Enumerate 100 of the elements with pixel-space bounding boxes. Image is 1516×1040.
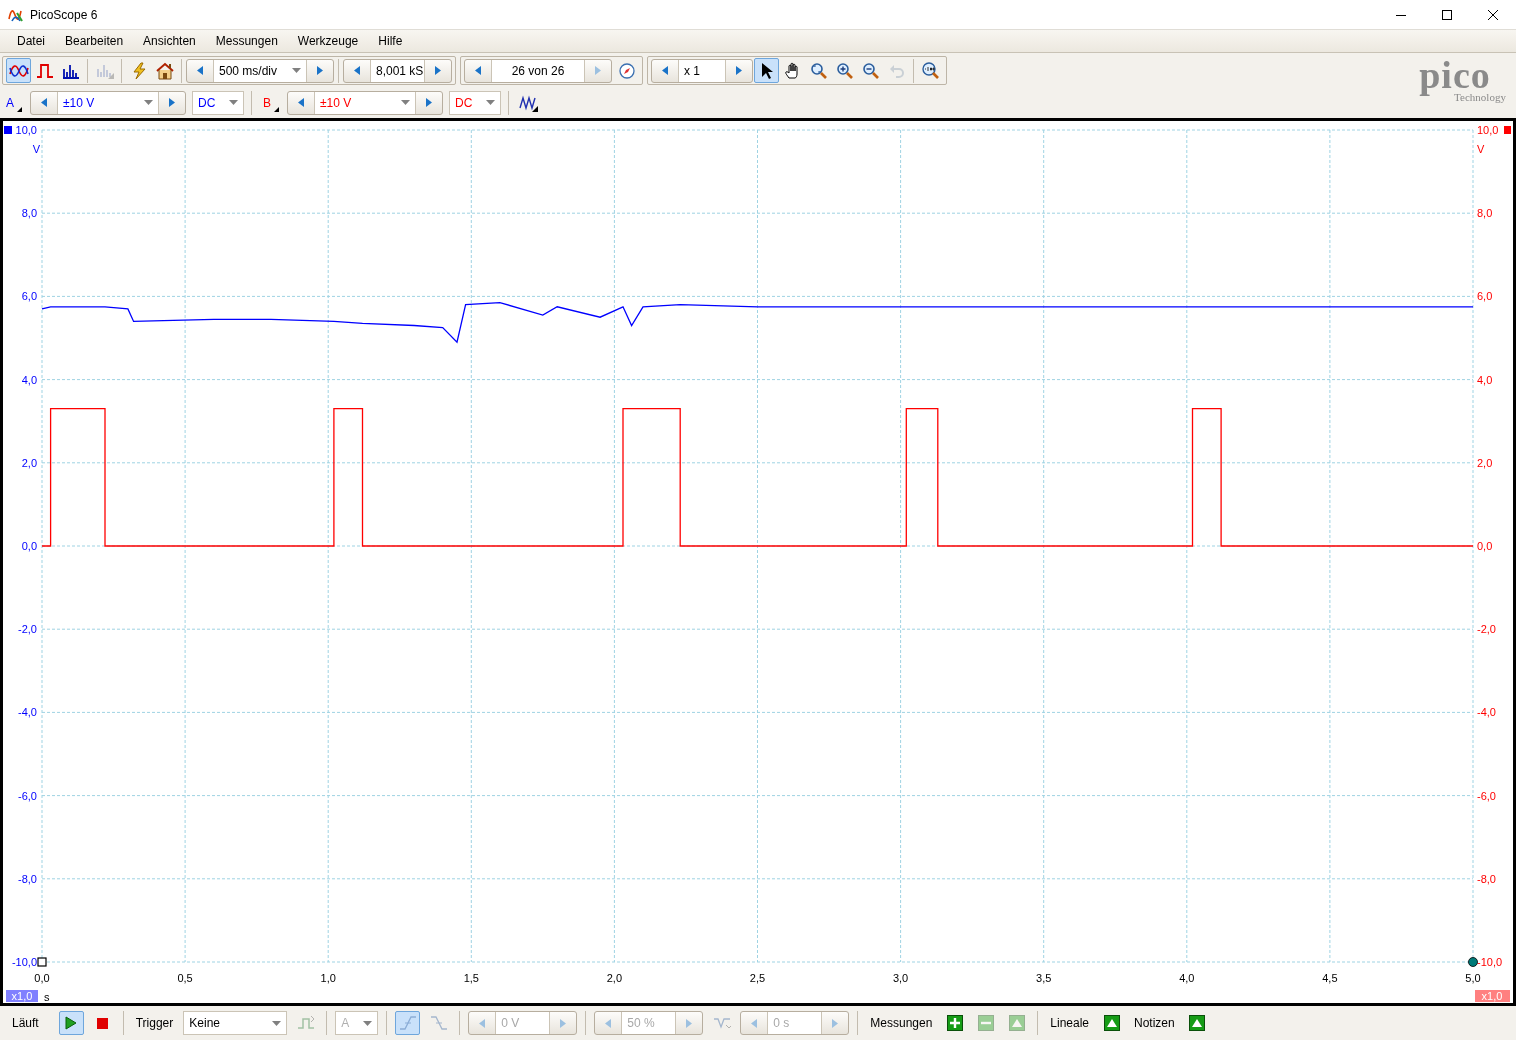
minus-icon xyxy=(977,1015,994,1031)
y-tick-label: 10,0 xyxy=(1477,124,1499,136)
channel-button[interactable]: A xyxy=(2,90,24,115)
x-tick-label: 2,0 xyxy=(606,972,623,984)
plus-icon xyxy=(946,1015,963,1031)
y-tick-label: 6,0 xyxy=(1477,290,1493,303)
menu-item[interactable]: Bearbeiten xyxy=(55,34,134,48)
channel-button[interactable]: B xyxy=(259,90,282,115)
trigger-mode-dropdown[interactable]: Keine xyxy=(183,1011,288,1035)
left-triangle-icon xyxy=(197,66,203,75)
x-tick-label: 3,0 xyxy=(892,972,909,984)
y-tick-label: -2,0 xyxy=(18,623,37,636)
y-tick-label: 10,0 xyxy=(15,124,37,136)
y-axis-unit: V xyxy=(32,143,40,155)
range-dropdown[interactable]: ±10 V xyxy=(314,91,417,114)
coupling-dropdown[interactable]: DC xyxy=(192,90,244,115)
right-triangle-icon xyxy=(317,66,323,75)
samples-field[interactable]: 8,001 kS xyxy=(370,59,425,82)
coupling-dropdown[interactable]: DC xyxy=(449,90,502,115)
zoom-factor-field[interactable]: x 1 xyxy=(678,59,726,82)
x-tick-label: 2,5 xyxy=(749,972,766,984)
left-triangle-icon xyxy=(475,66,481,75)
menu-item[interactable]: Werkzeuge xyxy=(287,34,369,48)
scale-badge: x1,0 xyxy=(1475,990,1510,1002)
menu-item[interactable]: Hilfe xyxy=(368,34,413,48)
right-triangle-icon xyxy=(686,1018,693,1028)
y-tick-label: -4,0 xyxy=(1477,706,1496,719)
right-triangle-icon xyxy=(595,66,601,75)
y-tick-label: 4,0 xyxy=(21,373,37,386)
x-tick-label: 4,0 xyxy=(1179,972,1195,984)
y-tick-label: 6,0 xyxy=(21,290,37,303)
caret-icon xyxy=(229,100,238,105)
y-tick-label: -8,0 xyxy=(1477,872,1496,885)
caret-icon xyxy=(486,100,496,105)
x-tick-label: 0,5 xyxy=(177,972,193,984)
close-icon xyxy=(1488,9,1498,20)
x-tick-label: 4,5 xyxy=(1322,972,1338,984)
maximize-icon xyxy=(1442,9,1452,20)
right-triangle-icon xyxy=(560,1018,567,1028)
range-dropdown[interactable]: ±10 V xyxy=(57,91,159,114)
channel-marker-icon[interactable] xyxy=(4,126,12,134)
scale-badge: x1,0 xyxy=(6,990,38,1002)
lightning-icon xyxy=(130,61,147,80)
y-axis-unit: V xyxy=(1477,143,1485,155)
left-triangle-icon xyxy=(298,98,305,107)
magnifier-100-icon xyxy=(921,61,940,80)
notes-label: Notizen xyxy=(1133,1016,1176,1030)
right-triangle-icon xyxy=(435,66,441,75)
zoom-in-icon xyxy=(835,61,854,80)
wave-options-icon xyxy=(712,1015,731,1031)
timebase-dropdown[interactable]: 500 ms/div xyxy=(213,59,307,82)
circle-handle-icon[interactable] xyxy=(1468,957,1478,967)
left-triangle-icon xyxy=(479,1018,486,1028)
falling-edge-icon xyxy=(429,1015,448,1031)
left-triangle-icon xyxy=(41,98,47,107)
square-handle-icon[interactable] xyxy=(37,957,47,967)
menu-item[interactable]: Messungen xyxy=(205,34,288,48)
menu-item[interactable]: Ansichten xyxy=(133,34,206,48)
y-tick-label: 8,0 xyxy=(21,207,37,220)
left-triangle-icon xyxy=(751,1018,758,1028)
caret-icon xyxy=(363,1020,373,1026)
y-tick-label: -10,0 xyxy=(11,956,37,968)
caret-icon xyxy=(292,68,301,73)
house-icon xyxy=(155,61,174,80)
x-tick-label: 1,5 xyxy=(463,972,479,984)
menu-item[interactable]: Datei xyxy=(7,34,55,48)
channel-marker-icon[interactable] xyxy=(1504,126,1511,134)
y-tick-label: -8,0 xyxy=(18,872,37,885)
bar-spectrum-icon xyxy=(61,62,80,79)
corner-triangle-icon xyxy=(274,106,280,112)
run-status: Läuft xyxy=(11,1016,40,1030)
x-tick-label: 0,0 xyxy=(34,972,50,984)
y-tick-label: -2,0 xyxy=(1477,623,1496,636)
y-tick-label: -6,0 xyxy=(1477,789,1496,802)
caret-icon xyxy=(144,100,153,105)
view-mode-button[interactable] xyxy=(6,58,31,83)
buffer-field[interactable]: 26 von 26 xyxy=(491,59,585,82)
magnifier-icon xyxy=(809,61,828,80)
x-tick-label: 1,0 xyxy=(320,972,336,984)
rising-edge-icon xyxy=(398,1015,417,1031)
window-title: PicoScope 6 xyxy=(30,7,98,22)
y-tick-label: 2,0 xyxy=(1477,456,1493,469)
caret-icon xyxy=(401,100,411,105)
left-triangle-icon xyxy=(354,66,360,75)
play-icon xyxy=(65,1016,78,1030)
y-tick-label: 8,0 xyxy=(1477,207,1493,220)
zoom-out-icon xyxy=(861,61,880,80)
y-tick-label: -4,0 xyxy=(18,706,37,719)
y-tick-label: 4,0 xyxy=(1477,373,1493,386)
corner-triangle-icon xyxy=(17,106,22,112)
y-tick-label: 0,0 xyxy=(21,540,37,552)
run-button[interactable] xyxy=(58,1011,84,1035)
right-triangle-icon xyxy=(169,98,175,107)
right-triangle-icon xyxy=(832,1018,839,1028)
cursor-arrow-icon xyxy=(759,61,774,80)
y-tick-label: 2,0 xyxy=(21,456,37,469)
y-tick-label: -6,0 xyxy=(18,789,37,802)
y-tick-label: -10,0 xyxy=(1477,956,1503,968)
right-triangle-icon xyxy=(426,98,433,107)
tool-button[interactable] xyxy=(754,58,779,83)
